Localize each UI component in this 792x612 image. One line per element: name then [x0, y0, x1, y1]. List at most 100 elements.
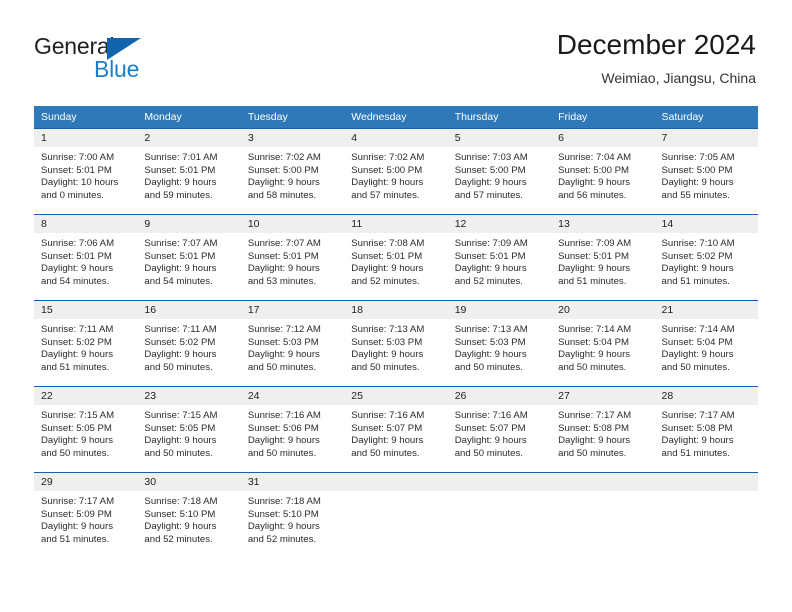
sunset-text: Sunset: 5:01 PM [144, 164, 216, 176]
sunrise-text: Sunrise: 7:18 AM [247, 496, 321, 507]
calendar-day-cell[interactable]: 21 Sunrise: 7:14 AM Sunset: 5:04 PM Dayl… [654, 300, 758, 386]
daylight-text-line1: Daylight: 9 hours [454, 177, 527, 189]
calendar-day-cell[interactable]: 24 Sunrise: 7:16 AM Sunset: 5:06 PM Dayl… [240, 386, 345, 472]
calendar-day-cell-empty [344, 472, 448, 558]
calendar-page: General Blue December 2024 Weimiao, Jian… [0, 0, 792, 612]
weekday-header-sunday: Sunday [34, 106, 138, 128]
calendar-day-cell[interactable]: 18 Sunrise: 7:13 AM Sunset: 5:03 PM Dayl… [344, 300, 448, 386]
calendar-day-cell[interactable]: 27 Sunrise: 7:17 AM Sunset: 5:08 PM Dayl… [551, 386, 655, 472]
page-subtitle-location: Weimiao, Jiangsu, China [601, 70, 756, 86]
calendar-day-cell[interactable]: 26 Sunrise: 7:16 AM Sunset: 5:07 PM Dayl… [447, 386, 552, 472]
calendar-day-cell[interactable]: 29 Sunrise: 7:17 AM Sunset: 5:09 PM Dayl… [34, 472, 138, 558]
calendar-day-cell[interactable]: 25 Sunrise: 7:16 AM Sunset: 5:07 PM Dayl… [344, 386, 448, 472]
calendar-day-cell[interactable]: 10 Sunrise: 7:07 AM Sunset: 5:01 PM Dayl… [240, 214, 345, 300]
sunset-text: Sunset: 5:09 PM [41, 508, 112, 520]
sunset-text: Sunset: 5:02 PM [661, 250, 733, 262]
daylight-text-line1: Daylight: 9 hours [351, 263, 424, 275]
calendar-day-cell[interactable]: 5 Sunrise: 7:03 AM Sunset: 5:00 PM Dayli… [447, 128, 552, 214]
daylight-text-line2: and 50 minutes. [351, 447, 420, 459]
daylight-text-line2: and 50 minutes. [41, 447, 110, 459]
day-detail: Sunrise: 7:00 AM Sunset: 5:01 PM Dayligh… [34, 147, 137, 202]
calendar-day-cell[interactable]: 12 Sunrise: 7:09 AM Sunset: 5:01 PM Dayl… [447, 214, 552, 300]
day-number: 3 [240, 129, 345, 147]
daylight-text-line1: Daylight: 9 hours [41, 263, 113, 275]
general-blue-logo[interactable]: General Blue [34, 33, 234, 83]
day-detail: Sunrise: 7:16 AM Sunset: 5:07 PM Dayligh… [448, 405, 551, 460]
calendar-day-cell[interactable]: 6 Sunrise: 7:04 AM Sunset: 5:00 PM Dayli… [551, 128, 655, 214]
calendar-day-cell[interactable]: 13 Sunrise: 7:09 AM Sunset: 5:01 PM Dayl… [551, 214, 655, 300]
calendar-day-cell[interactable]: 16 Sunrise: 7:11 AM Sunset: 5:02 PM Dayl… [137, 300, 241, 386]
sunset-text: Sunset: 5:10 PM [247, 508, 319, 520]
day-number: 16 [137, 301, 241, 319]
calendar-day-cell[interactable]: 15 Sunrise: 7:11 AM Sunset: 5:02 PM Dayl… [34, 300, 138, 386]
sunrise-text: Sunrise: 7:02 AM [351, 152, 425, 163]
sunset-text: Sunset: 5:00 PM [454, 164, 526, 176]
day-cell-inner: 10 Sunrise: 7:07 AM Sunset: 5:01 PM Dayl… [240, 214, 345, 300]
day-cell-inner: 3 Sunrise: 7:02 AM Sunset: 5:00 PM Dayli… [240, 128, 345, 214]
calendar-day-cell[interactable]: 28 Sunrise: 7:17 AM Sunset: 5:08 PM Dayl… [654, 386, 758, 472]
calendar-day-cell[interactable]: 2 Sunrise: 7:01 AM Sunset: 5:01 PM Dayli… [137, 128, 241, 214]
daylight-text-line2: and 50 minutes. [247, 447, 317, 459]
sunset-text: Sunset: 5:01 PM [558, 250, 630, 262]
day-number: 26 [447, 387, 552, 405]
day-detail: Sunrise: 7:10 AM Sunset: 5:02 PM Dayligh… [655, 233, 758, 288]
daylight-text-line2: and 59 minutes. [144, 189, 213, 201]
calendar-day-cell[interactable]: 17 Sunrise: 7:12 AM Sunset: 5:03 PM Dayl… [240, 300, 345, 386]
day-number: 22 [34, 387, 138, 405]
day-number: 1 [34, 129, 138, 147]
day-detail: Sunrise: 7:02 AM Sunset: 5:00 PM Dayligh… [241, 147, 344, 202]
calendar-day-cell[interactable]: 8 Sunrise: 7:06 AM Sunset: 5:01 PM Dayli… [34, 214, 138, 300]
day-detail: Sunrise: 7:09 AM Sunset: 5:01 PM Dayligh… [448, 233, 551, 288]
sunrise-text: Sunrise: 7:11 AM [144, 324, 217, 335]
calendar-day-cell[interactable]: 22 Sunrise: 7:15 AM Sunset: 5:05 PM Dayl… [34, 386, 138, 472]
page-title: December 2024 [556, 29, 756, 60]
calendar-day-cell[interactable]: 20 Sunrise: 7:14 AM Sunset: 5:04 PM Dayl… [551, 300, 655, 386]
calendar-day-cell[interactable]: 1 Sunrise: 7:00 AM Sunset: 5:01 PM Dayli… [34, 128, 138, 214]
day-number: 10 [240, 215, 345, 233]
daylight-text-line1: Daylight: 9 hours [351, 177, 424, 189]
day-number: 11 [344, 215, 448, 233]
day-detail: Sunrise: 7:18 AM Sunset: 5:10 PM Dayligh… [241, 491, 344, 546]
day-cell-inner-empty [551, 472, 655, 558]
sunset-text: Sunset: 5:00 PM [558, 164, 630, 176]
calendar-day-cell-empty [654, 472, 758, 558]
calendar-day-cell[interactable]: 7 Sunrise: 7:05 AM Sunset: 5:00 PM Dayli… [654, 128, 758, 214]
day-cell-inner: 5 Sunrise: 7:03 AM Sunset: 5:00 PM Dayli… [447, 128, 552, 214]
calendar-day-cell[interactable]: 30 Sunrise: 7:18 AM Sunset: 5:10 PM Dayl… [137, 472, 241, 558]
sunrise-text: Sunrise: 7:17 AM [41, 496, 115, 507]
sunset-text: Sunset: 5:05 PM [41, 422, 112, 434]
calendar-day-cell[interactable]: 3 Sunrise: 7:02 AM Sunset: 5:00 PM Dayli… [240, 128, 345, 214]
sunset-text: Sunset: 5:08 PM [558, 422, 630, 434]
day-cell-inner: 13 Sunrise: 7:09 AM Sunset: 5:01 PM Dayl… [551, 214, 655, 300]
day-cell-inner: 8 Sunrise: 7:06 AM Sunset: 5:01 PM Dayli… [34, 214, 138, 300]
daylight-text-line1: Daylight: 9 hours [247, 435, 320, 447]
calendar-day-cell[interactable]: 4 Sunrise: 7:02 AM Sunset: 5:00 PM Dayli… [344, 128, 448, 214]
day-detail: Sunrise: 7:11 AM Sunset: 5:02 PM Dayligh… [34, 319, 137, 374]
calendar-day-cell-empty [447, 472, 552, 558]
daylight-text-line2: and 58 minutes. [247, 189, 317, 201]
day-cell-inner: 6 Sunrise: 7:04 AM Sunset: 5:00 PM Dayli… [551, 128, 655, 214]
sunset-text: Sunset: 5:06 PM [247, 422, 319, 434]
sunrise-text: Sunrise: 7:13 AM [351, 324, 425, 335]
calendar-day-cell[interactable]: 9 Sunrise: 7:07 AM Sunset: 5:01 PM Dayli… [137, 214, 241, 300]
calendar-day-cell[interactable]: 11 Sunrise: 7:08 AM Sunset: 5:01 PM Dayl… [344, 214, 448, 300]
day-cell-inner: 16 Sunrise: 7:11 AM Sunset: 5:02 PM Dayl… [137, 300, 241, 386]
sunset-text: Sunset: 5:05 PM [144, 422, 216, 434]
calendar-day-cell[interactable]: 23 Sunrise: 7:15 AM Sunset: 5:05 PM Dayl… [137, 386, 241, 472]
day-detail: Sunrise: 7:17 AM Sunset: 5:09 PM Dayligh… [34, 491, 137, 546]
day-cell-inner: 1 Sunrise: 7:00 AM Sunset: 5:01 PM Dayli… [34, 128, 138, 214]
calendar-day-cell[interactable]: 14 Sunrise: 7:10 AM Sunset: 5:02 PM Dayl… [654, 214, 758, 300]
daylight-text-line1: Daylight: 9 hours [454, 435, 527, 447]
weekday-header-tuesday: Tuesday [240, 106, 345, 128]
calendar-day-cell[interactable]: 19 Sunrise: 7:13 AM Sunset: 5:03 PM Dayl… [447, 300, 552, 386]
day-detail: Sunrise: 7:17 AM Sunset: 5:08 PM Dayligh… [551, 405, 654, 460]
daylight-text-line1: Daylight: 9 hours [661, 263, 734, 275]
day-number: 14 [654, 215, 758, 233]
calendar-day-cell[interactable]: 31 Sunrise: 7:18 AM Sunset: 5:10 PM Dayl… [240, 472, 345, 558]
sunset-text: Sunset: 5:02 PM [41, 336, 112, 348]
calendar-week-row: 15 Sunrise: 7:11 AM Sunset: 5:02 PM Dayl… [34, 300, 758, 386]
daylight-text-line1: Daylight: 9 hours [144, 263, 217, 275]
sunset-text: Sunset: 5:00 PM [351, 164, 423, 176]
daylight-text-line1: Daylight: 9 hours [558, 435, 631, 447]
sunset-text: Sunset: 5:08 PM [661, 422, 733, 434]
